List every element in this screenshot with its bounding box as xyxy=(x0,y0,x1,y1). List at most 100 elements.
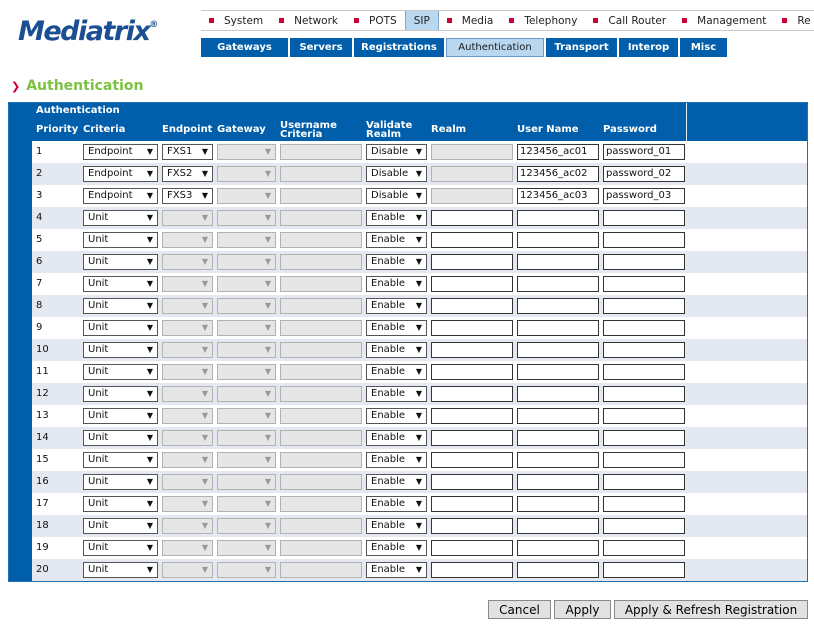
endpoint-select[interactable]: FXS1 ▼ xyxy=(162,144,213,160)
criteria-select[interactable]: Unit ▼ xyxy=(83,452,158,468)
gateway-select[interactable]: ▼ xyxy=(217,210,276,226)
endpoint-select[interactable]: ▼ xyxy=(162,254,213,270)
endpoint-select[interactable]: ▼ xyxy=(162,364,213,380)
validate-realm-select[interactable]: Enable ▼ xyxy=(366,430,427,446)
criteria-select[interactable]: Unit ▼ xyxy=(83,232,158,248)
gateway-select[interactable]: ▼ xyxy=(217,166,276,182)
username-criteria-field[interactable] xyxy=(280,298,362,314)
username-criteria-field[interactable] xyxy=(280,254,362,270)
username-criteria-field[interactable] xyxy=(280,540,362,556)
password-field[interactable] xyxy=(603,320,685,336)
validate-realm-select[interactable]: Enable ▼ xyxy=(366,540,427,556)
endpoint-select[interactable]: ▼ xyxy=(162,320,213,336)
realm-field[interactable] xyxy=(431,518,513,534)
validate-realm-select[interactable]: Enable ▼ xyxy=(366,386,427,402)
validate-realm-select[interactable]: Enable ▼ xyxy=(366,518,427,534)
user-name-field[interactable] xyxy=(517,254,599,270)
realm-field[interactable] xyxy=(431,386,513,402)
criteria-select[interactable]: Unit ▼ xyxy=(83,430,158,446)
nav-re[interactable]: Re xyxy=(774,11,814,30)
password-field[interactable]: password_03 xyxy=(603,188,685,204)
endpoint-select[interactable]: ▼ xyxy=(162,298,213,314)
validate-realm-select[interactable]: Disable ▼ xyxy=(366,188,427,204)
gateway-select[interactable]: ▼ xyxy=(217,518,276,534)
tab-misc[interactable]: Misc xyxy=(680,38,727,57)
criteria-select[interactable]: Endpoint ▼ xyxy=(83,144,158,160)
endpoint-select[interactable]: ▼ xyxy=(162,540,213,556)
realm-field[interactable] xyxy=(431,298,513,314)
user-name-field[interactable] xyxy=(517,364,599,380)
user-name-field[interactable] xyxy=(517,474,599,490)
endpoint-select[interactable]: ▼ xyxy=(162,562,213,578)
validate-realm-select[interactable]: Enable ▼ xyxy=(366,276,427,292)
realm-field[interactable] xyxy=(431,342,513,358)
gateway-select[interactable]: ▼ xyxy=(217,496,276,512)
gateway-select[interactable]: ▼ xyxy=(217,188,276,204)
validate-realm-select[interactable]: Enable ▼ xyxy=(366,474,427,490)
username-criteria-field[interactable] xyxy=(280,276,362,292)
gateway-select[interactable]: ▼ xyxy=(217,276,276,292)
user-name-field[interactable] xyxy=(517,518,599,534)
username-criteria-field[interactable] xyxy=(280,232,362,248)
endpoint-select[interactable]: ▼ xyxy=(162,518,213,534)
realm-field[interactable] xyxy=(431,276,513,292)
realm-field[interactable] xyxy=(431,166,513,182)
endpoint-select[interactable]: ▼ xyxy=(162,474,213,490)
criteria-select[interactable]: Unit ▼ xyxy=(83,496,158,512)
password-field[interactable] xyxy=(603,452,685,468)
nav-network[interactable]: Network xyxy=(271,11,346,30)
realm-field[interactable] xyxy=(431,430,513,446)
user-name-field[interactable] xyxy=(517,276,599,292)
username-criteria-field[interactable] xyxy=(280,210,362,226)
validate-realm-select[interactable]: Enable ▼ xyxy=(366,232,427,248)
criteria-select[interactable]: Unit ▼ xyxy=(83,320,158,336)
username-criteria-field[interactable] xyxy=(280,144,362,160)
criteria-select[interactable]: Unit ▼ xyxy=(83,474,158,490)
password-field[interactable] xyxy=(603,210,685,226)
username-criteria-field[interactable] xyxy=(280,496,362,512)
criteria-select[interactable]: Unit ▼ xyxy=(83,408,158,424)
user-name-field[interactable] xyxy=(517,496,599,512)
username-criteria-field[interactable] xyxy=(280,452,362,468)
username-criteria-field[interactable] xyxy=(280,386,362,402)
password-field[interactable] xyxy=(603,562,685,578)
password-field[interactable] xyxy=(603,276,685,292)
user-name-field[interactable] xyxy=(517,298,599,314)
endpoint-select[interactable]: FXS2 ▼ xyxy=(162,166,213,182)
endpoint-select[interactable]: ▼ xyxy=(162,276,213,292)
gateway-select[interactable]: ▼ xyxy=(217,540,276,556)
realm-field[interactable] xyxy=(431,254,513,270)
criteria-select[interactable]: Unit ▼ xyxy=(83,562,158,578)
criteria-select[interactable]: Unit ▼ xyxy=(83,210,158,226)
password-field[interactable] xyxy=(603,496,685,512)
validate-realm-select[interactable]: Enable ▼ xyxy=(366,452,427,468)
criteria-select[interactable]: Unit ▼ xyxy=(83,342,158,358)
realm-field[interactable] xyxy=(431,188,513,204)
realm-field[interactable] xyxy=(431,320,513,336)
username-criteria-field[interactable] xyxy=(280,320,362,336)
password-field[interactable] xyxy=(603,298,685,314)
gateway-select[interactable]: ▼ xyxy=(217,562,276,578)
nav-call-router[interactable]: Call Router xyxy=(585,11,674,30)
endpoint-select[interactable]: ▼ xyxy=(162,430,213,446)
username-criteria-field[interactable] xyxy=(280,562,362,578)
user-name-field[interactable] xyxy=(517,232,599,248)
username-criteria-field[interactable] xyxy=(280,364,362,380)
gateway-select[interactable]: ▼ xyxy=(217,232,276,248)
criteria-select[interactable]: Unit ▼ xyxy=(83,386,158,402)
user-name-field[interactable] xyxy=(517,342,599,358)
realm-field[interactable] xyxy=(431,562,513,578)
tab-servers[interactable]: Servers xyxy=(290,38,352,57)
user-name-field[interactable] xyxy=(517,386,599,402)
criteria-select[interactable]: Unit ▼ xyxy=(83,254,158,270)
realm-field[interactable] xyxy=(431,408,513,424)
password-field[interactable] xyxy=(603,386,685,402)
user-name-field[interactable] xyxy=(517,408,599,424)
tab-registrations[interactable]: Registrations xyxy=(354,38,444,57)
realm-field[interactable] xyxy=(431,496,513,512)
username-criteria-field[interactable] xyxy=(280,342,362,358)
tab-authentication[interactable]: Authentication xyxy=(446,38,544,57)
tab-interop[interactable]: Interop xyxy=(619,38,678,57)
validate-realm-select[interactable]: Enable ▼ xyxy=(366,496,427,512)
password-field[interactable] xyxy=(603,408,685,424)
